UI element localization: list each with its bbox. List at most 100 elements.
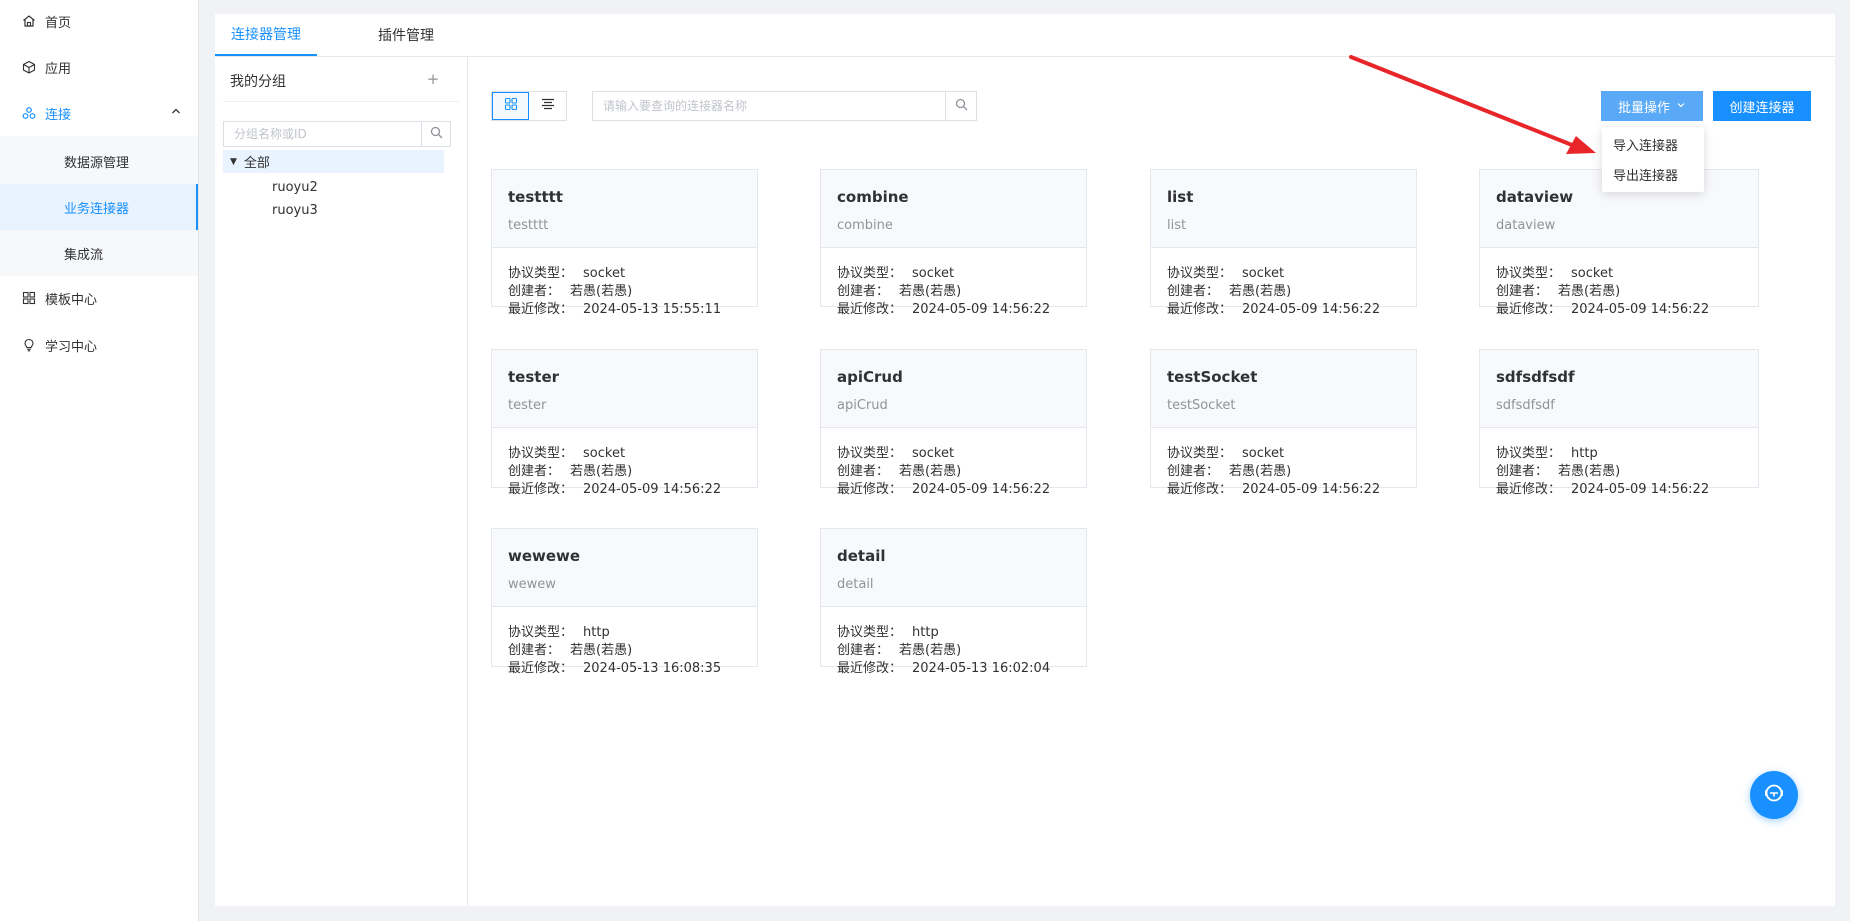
connect-icon <box>21 105 37 121</box>
cube-icon <box>21 59 37 75</box>
connector-card[interactable]: detail detail 协议类型： http 创建者： 若愚(若愚) 最近修改： 2024… <box>820 528 1087 676</box>
nav-templates[interactable]: 模板中心 <box>0 275 198 321</box>
connector-card[interactable]: tester tester 协议类型： socket 创建者： 若愚(若愚) 最近修改： 20… <box>491 349 758 497</box>
protocol-row: 协议类型： socket <box>1167 442 1284 461</box>
nav-home-label: 首页 <box>45 15 72 31</box>
protocol-row: 协议类型： socket <box>508 442 625 461</box>
modified-value: 2024-05-13 16:02:04 <box>912 661 1051 676</box>
group-title: 我的分组 <box>230 74 286 90</box>
connector-name: dataview <box>1496 188 1574 206</box>
export-connector-item[interactable]: 导出连接器 <box>1602 160 1704 188</box>
card-header: testSocket testSocket <box>1151 350 1416 428</box>
import-connector-item[interactable]: 导入连接器 <box>1602 130 1704 158</box>
connector-name: apiCrud <box>837 368 903 386</box>
protocol-label: 协议类型： <box>837 625 903 640</box>
nav-home[interactable]: 首页 <box>0 0 198 44</box>
connector-card[interactable]: combine combine 协议类型： socket 创建者： 若愚(若愚) 最近修改：… <box>820 169 1087 317</box>
modified-label: 最近修改： <box>837 661 903 676</box>
tab-plugin-management[interactable]: 插件管理 <box>355 14 457 56</box>
creator-label: 创建者： <box>837 464 890 479</box>
protocol-value: socket <box>912 266 955 281</box>
connector-name: detail <box>837 547 886 565</box>
nav-connect[interactable]: 连接 <box>0 90 198 136</box>
create-connector-button[interactable]: 创建连接器 <box>1713 91 1811 121</box>
modified-value: 2024-05-09 14:56:22 <box>1242 482 1381 497</box>
creator-value: 若愚(若愚) <box>899 643 962 658</box>
creator-row: 创建者： 若愚(若愚) <box>837 280 961 299</box>
nav-apps[interactable]: 应用 <box>0 44 198 90</box>
modified-value: 2024-05-09 14:56:22 <box>912 302 1051 317</box>
card-header: list list <box>1151 170 1416 248</box>
creator-value: 若愚(若愚) <box>1558 284 1621 299</box>
connector-name: sdfsdfsdf <box>1496 368 1575 386</box>
batch-operation-label: 批量操作 <box>1617 100 1670 116</box>
modified-row: 最近修改： 2024-05-09 14:56:22 <box>837 298 1050 317</box>
divider <box>223 101 459 102</box>
protocol-label: 协议类型： <box>1167 446 1233 461</box>
connector-card[interactable]: list list 协议类型： socket 创建者： 若愚(若愚) 最近修改： 2024-0… <box>1150 169 1417 317</box>
card-header: detail detail <box>821 529 1086 607</box>
grid-icon <box>21 290 37 306</box>
chat-bot-icon <box>1762 781 1786 809</box>
batch-operation-dropdown: 导入连接器 导出连接器 <box>1602 127 1704 192</box>
nav-apps-label: 应用 <box>45 61 72 77</box>
search-icon <box>430 126 443 143</box>
chevron-up-icon <box>170 105 182 121</box>
tree-node-ruoyu3[interactable]: ruoyu3 <box>272 200 318 220</box>
tab-connector-management[interactable]: 连接器管理 <box>215 14 317 56</box>
list-view-button[interactable] <box>529 92 566 120</box>
modified-value: 2024-05-09 14:56:22 <box>583 482 722 497</box>
card-header: tester tester <box>492 350 757 428</box>
creator-row: 创建者： 若愚(若愚) <box>508 280 632 299</box>
tree-node-label: ruoyu2 <box>272 179 318 195</box>
tree-node-label: ruoyu3 <box>272 202 318 218</box>
connector-card[interactable]: wewewe wewew 协议类型： http 创建者： 若愚(若愚) 最近修改： 2024-… <box>491 528 758 676</box>
creator-row: 创建者： 若愚(若愚) <box>837 639 961 658</box>
connector-search-input[interactable] <box>593 92 945 120</box>
protocol-label: 协议类型： <box>508 625 574 640</box>
group-search-input[interactable] <box>224 122 421 146</box>
connector-card[interactable]: testSocket testSocket 协议类型： socket 创建者： 若愚(若愚… <box>1150 349 1417 497</box>
modified-row: 最近修改： 2024-05-09 14:56:22 <box>1496 478 1709 497</box>
creator-row: 创建者： 若愚(若愚) <box>1167 460 1291 479</box>
batch-operation-button[interactable]: 批量操作 <box>1601 91 1703 121</box>
modified-row: 最近修改： 2024-05-09 14:56:22 <box>508 478 721 497</box>
tab-bar: 连接器管理 插件管理 <box>215 14 1835 57</box>
sub-item-datasource[interactable]: 数据源管理 <box>0 138 198 184</box>
add-group-button[interactable]: + <box>424 70 442 88</box>
connector-card[interactable]: sdfsdfsdf sdfsdfsdf 协议类型： http 创建者： 若愚(若愚) 最近修… <box>1479 349 1759 497</box>
connector-card[interactable]: apiCrud apiCrud 协议类型： socket 创建者： 若愚(若愚) 最近修改：… <box>820 349 1087 497</box>
sidebar: 首页 应用 连接 数据源管理 业务连接器 集成流 模板中心 学习中心 <box>0 0 199 921</box>
connector-name: testttt <box>508 188 563 206</box>
connector-card[interactable]: testttt testttt 协议类型： socket 创建者： 若愚(若愚) 最近修改：… <box>491 169 758 317</box>
grid-view-button[interactable] <box>492 92 530 120</box>
modified-label: 最近修改： <box>1167 482 1233 497</box>
protocol-value: http <box>912 625 939 640</box>
connector-search <box>592 91 977 121</box>
nav-templates-label: 模板中心 <box>45 292 98 308</box>
connector-id: testttt <box>508 218 549 233</box>
tree-node-all[interactable]: ▼ 全部 <box>223 150 444 173</box>
nav-connect-label: 连接 <box>45 107 72 123</box>
protocol-row: 协议类型： socket <box>1167 262 1284 281</box>
nav-learning[interactable]: 学习中心 <box>0 322 198 368</box>
modified-row: 最近修改： 2024-05-13 16:08:35 <box>508 657 721 676</box>
connector-search-button[interactable] <box>945 92 976 120</box>
protocol-row: 协议类型： http <box>1496 442 1598 461</box>
creator-row: 创建者： 若愚(若愚) <box>1496 280 1620 299</box>
modified-row: 最近修改： 2024-05-13 16:02:04 <box>837 657 1050 676</box>
group-search-button[interactable] <box>421 122 450 146</box>
tab-label: 插件管理 <box>378 28 434 44</box>
sub-item-business-connector[interactable]: 业务连接器 <box>0 184 198 230</box>
creator-label: 创建者： <box>508 284 561 299</box>
protocol-label: 协议类型： <box>837 266 903 281</box>
help-chat-button[interactable] <box>1750 771 1798 819</box>
connector-name: list <box>1167 188 1194 206</box>
protocol-value: socket <box>583 446 626 461</box>
creator-label: 创建者： <box>837 643 890 658</box>
protocol-value: socket <box>1242 446 1285 461</box>
nav-learning-label: 学习中心 <box>45 339 98 355</box>
sub-item-integration-flow[interactable]: 集成流 <box>0 230 198 276</box>
tree-node-ruoyu2[interactable]: ruoyu2 <box>272 177 318 197</box>
protocol-value: socket <box>1242 266 1285 281</box>
